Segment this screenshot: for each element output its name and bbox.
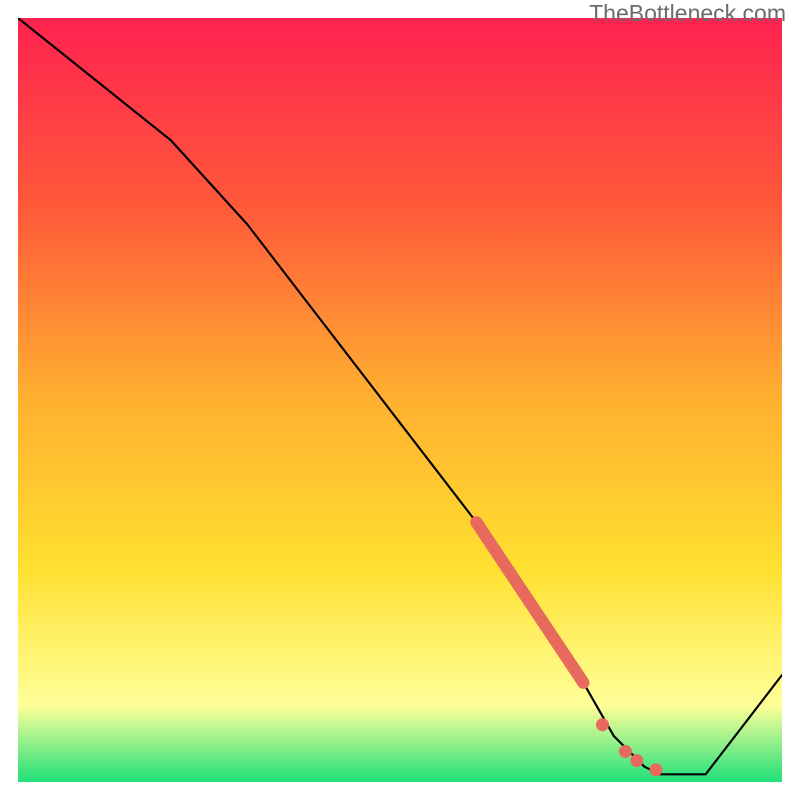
highlight-dot <box>649 763 662 776</box>
watermark-text: TheBottleneck.com <box>589 0 786 27</box>
highlight-dot <box>630 754 643 767</box>
highlight-segment <box>476 522 583 682</box>
curve-layer <box>18 18 782 782</box>
bottleneck-curve <box>18 18 782 774</box>
highlight-dots <box>596 718 662 776</box>
chart-container: TheBottleneck.com <box>0 0 800 800</box>
highlight-dot <box>619 745 632 758</box>
plot-area <box>18 18 782 782</box>
highlight-dot <box>596 718 609 731</box>
